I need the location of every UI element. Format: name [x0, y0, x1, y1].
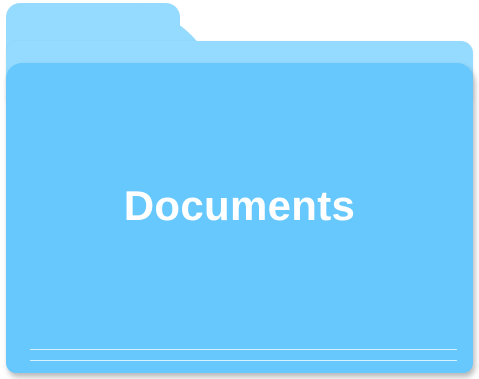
folder-bottom-line: [30, 349, 457, 350]
folder-icon[interactable]: Documents: [0, 0, 479, 379]
folder-label: Documents: [123, 182, 356, 229]
folder-bottom-line: [30, 360, 457, 361]
